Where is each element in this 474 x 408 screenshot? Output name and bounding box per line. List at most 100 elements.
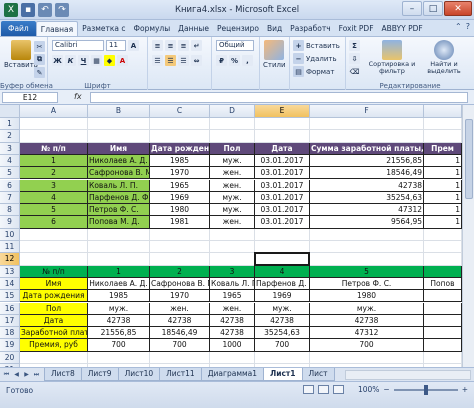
column-header-c[interactable]: C xyxy=(150,105,210,118)
table1-cell[interactable]: 47312 xyxy=(310,204,424,217)
empty-cell[interactable] xyxy=(20,228,88,241)
table2-cell[interactable]: 42738 xyxy=(255,314,310,328)
table2-cell[interactable]: жен. xyxy=(210,302,255,315)
table1-cell[interactable]: 6 xyxy=(20,216,88,229)
maximize-button[interactable]: □ xyxy=(423,1,443,16)
column-header-b[interactable]: B xyxy=(88,105,150,118)
row-header-13[interactable]: 13 xyxy=(0,265,20,278)
collapse-ribbon-icon[interactable]: ⌃ xyxy=(455,22,462,31)
table1-cell[interactable]: 1 xyxy=(20,154,88,168)
table2-cell[interactable]: 47312 xyxy=(310,327,424,340)
empty-cell[interactable] xyxy=(210,130,255,143)
table2-header-cell[interactable]: 2 xyxy=(150,265,210,278)
zoom-out-icon[interactable]: − xyxy=(383,385,389,394)
table2-cell[interactable]: 35254,63 xyxy=(255,327,310,340)
table2-cell[interactable]: Петров Ф. С. xyxy=(310,277,424,291)
table2-cell[interactable] xyxy=(424,302,462,315)
empty-cell[interactable] xyxy=(150,253,210,266)
paste-button[interactable]: Вставить xyxy=(4,40,38,69)
empty-cell[interactable] xyxy=(310,228,424,241)
table2-cell[interactable]: жен. xyxy=(150,302,210,315)
insert-function-icon[interactable]: fx xyxy=(74,92,82,101)
empty-cell[interactable] xyxy=(210,351,255,364)
empty-cell[interactable] xyxy=(424,228,462,241)
table2-row-label[interactable]: Пол xyxy=(20,302,88,315)
tab-page-layout[interactable]: Разметка с xyxy=(78,21,129,36)
table1-cell[interactable]: Петров Ф. С. xyxy=(88,204,150,217)
italic-icon[interactable]: К xyxy=(65,55,76,66)
row-header-11[interactable]: 11 xyxy=(0,241,20,254)
empty-cell[interactable] xyxy=(150,351,210,364)
empty-cell[interactable] xyxy=(210,118,255,131)
row-header-6[interactable]: 6 xyxy=(0,179,20,192)
tab-foxit-pdf[interactable]: Foxit PDF xyxy=(335,21,378,36)
empty-cell[interactable] xyxy=(20,241,88,254)
empty-cell[interactable] xyxy=(20,130,88,143)
align-center-icon[interactable]: ☰ xyxy=(165,55,176,66)
sheet-tab-3[interactable]: Лист11 xyxy=(159,368,202,381)
prev-sheet-icon[interactable]: ◀ xyxy=(12,370,21,380)
table1-cell[interactable]: 1 xyxy=(424,191,462,205)
table2-cell[interactable]: 1969 xyxy=(255,290,310,303)
font-name-select[interactable]: Calibri xyxy=(52,40,104,51)
table1-header-cell[interactable]: Имя xyxy=(88,142,150,155)
table1-cell[interactable]: 4 xyxy=(20,191,88,205)
font-size-select[interactable]: 11 xyxy=(106,40,126,51)
empty-cell[interactable] xyxy=(255,130,310,143)
empty-cell[interactable] xyxy=(210,228,255,241)
tab-abbyy-pdf[interactable]: ABBYY PDF xyxy=(378,21,427,36)
table1-cell[interactable]: 1981 xyxy=(150,216,210,229)
tab-developer[interactable]: Разработч xyxy=(286,21,334,36)
fill-icon[interactable]: ⇩ xyxy=(349,53,360,64)
copy-icon[interactable]: ⧉ xyxy=(34,54,45,65)
align-top-icon[interactable]: ≡ xyxy=(152,40,163,51)
empty-cell[interactable] xyxy=(424,118,462,131)
table2-header-cell[interactable]: 1 xyxy=(88,265,150,278)
empty-cell[interactable] xyxy=(88,118,150,131)
sheet-tab-1[interactable]: Лист9 xyxy=(80,368,119,381)
clear-icon[interactable]: ⌫ xyxy=(349,66,360,77)
table2-cell[interactable] xyxy=(424,327,462,340)
cut-icon[interactable]: ✂ xyxy=(34,41,45,52)
table2-cell[interactable]: 700 xyxy=(255,339,310,352)
empty-cell[interactable] xyxy=(424,351,462,364)
empty-cell[interactable] xyxy=(255,241,310,254)
row-header-1[interactable]: 1 xyxy=(0,118,20,131)
close-button[interactable]: ✕ xyxy=(444,1,472,16)
table2-row-label[interactable]: Премия, руб xyxy=(20,339,88,352)
table1-header-cell[interactable]: № п/п xyxy=(20,142,88,155)
table1-cell[interactable]: 9564,95 xyxy=(310,216,424,229)
vertical-scrollbar[interactable] xyxy=(462,105,474,367)
table2-cell[interactable]: 42738 xyxy=(310,314,424,328)
font-color-icon[interactable]: A xyxy=(117,55,128,66)
sheet-tab-2[interactable]: Лист10 xyxy=(117,368,161,381)
table1-cell[interactable]: 03.01.2017 xyxy=(255,191,310,205)
font-grow-icon[interactable]: A xyxy=(128,40,139,51)
zoom-in-icon[interactable]: + xyxy=(462,385,468,394)
align-right-icon[interactable]: ☰ xyxy=(178,55,189,66)
empty-cell[interactable] xyxy=(88,130,150,143)
table2-cell[interactable]: 42738 xyxy=(88,314,150,328)
table2-cell[interactable]: Парфенов Д. Ф. xyxy=(255,277,310,291)
column-header-a[interactable]: A xyxy=(20,105,88,118)
table2-row-label[interactable]: Имя xyxy=(20,277,88,291)
page-break-view-icon[interactable] xyxy=(333,385,344,394)
bold-icon[interactable]: Ж xyxy=(52,55,63,66)
row-header-15[interactable]: 15 xyxy=(0,290,20,303)
table1-header-cell[interactable]: Сумма заработной платы, руб. xyxy=(310,142,424,155)
table1-cell[interactable]: Парфенов Д. Ф. xyxy=(88,191,150,205)
table2-cell[interactable]: 21556,85 xyxy=(88,327,150,340)
column-header-g[interactable] xyxy=(424,105,462,118)
table2-row-label[interactable]: Дата xyxy=(20,314,88,328)
table1-cell[interactable]: 03.01.2017 xyxy=(255,167,310,180)
align-middle-icon[interactable]: ≡ xyxy=(165,40,176,51)
table2-cell[interactable]: 700 xyxy=(310,339,424,352)
row-header-14[interactable]: 14 xyxy=(0,277,20,291)
formula-input[interactable] xyxy=(90,92,468,103)
empty-cell[interactable] xyxy=(310,253,424,266)
table1-cell[interactable]: Коваль Л. П. xyxy=(88,179,150,192)
name-box[interactable]: E12 xyxy=(2,92,58,103)
table1-cell[interactable]: 2 xyxy=(20,167,88,180)
table1-cell[interactable]: 1985 xyxy=(150,154,210,168)
empty-cell[interactable] xyxy=(88,228,150,241)
